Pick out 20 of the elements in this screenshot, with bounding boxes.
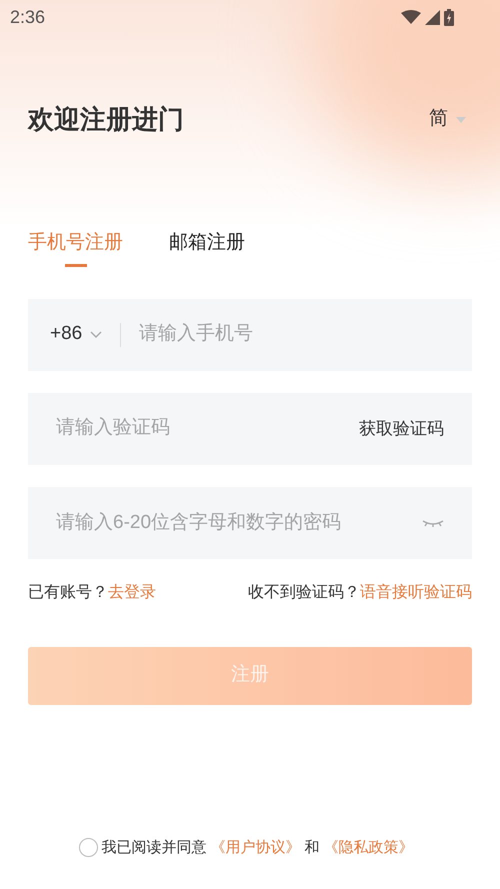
password-field[interactable]: 请输入6-20位含字母和数字的密码 bbox=[28, 486, 472, 558]
closed-eye-icon[interactable] bbox=[422, 518, 444, 526]
phone-field[interactable]: +86 请输入手机号 bbox=[28, 298, 472, 370]
language-selector[interactable]: 简 bbox=[429, 105, 466, 134]
login-prompt: 已有账号？ bbox=[28, 582, 108, 602]
signal-icon bbox=[425, 10, 440, 24]
status-time: 2:36 bbox=[10, 6, 46, 28]
battery-icon bbox=[444, 8, 454, 26]
code-field[interactable]: 请输入验证码 获取验证码 bbox=[28, 392, 472, 464]
country-code-selector[interactable]: +86 bbox=[50, 320, 102, 349]
wifi-icon bbox=[401, 10, 421, 24]
get-code-button[interactable]: 获取验证码 bbox=[359, 416, 444, 442]
tab[interactable]: 邮箱注册 bbox=[169, 229, 245, 266]
agreement-text: 我已阅读并同意 bbox=[102, 838, 206, 858]
page-title: 欢迎注册进门 bbox=[28, 103, 184, 136]
chevron-down-icon bbox=[90, 331, 102, 338]
conjunction-text: 和 bbox=[304, 838, 320, 858]
caret-icon bbox=[456, 116, 466, 122]
agreement-checkbox[interactable] bbox=[78, 838, 98, 858]
code-prompt: 收不到验证码？ bbox=[248, 582, 360, 602]
